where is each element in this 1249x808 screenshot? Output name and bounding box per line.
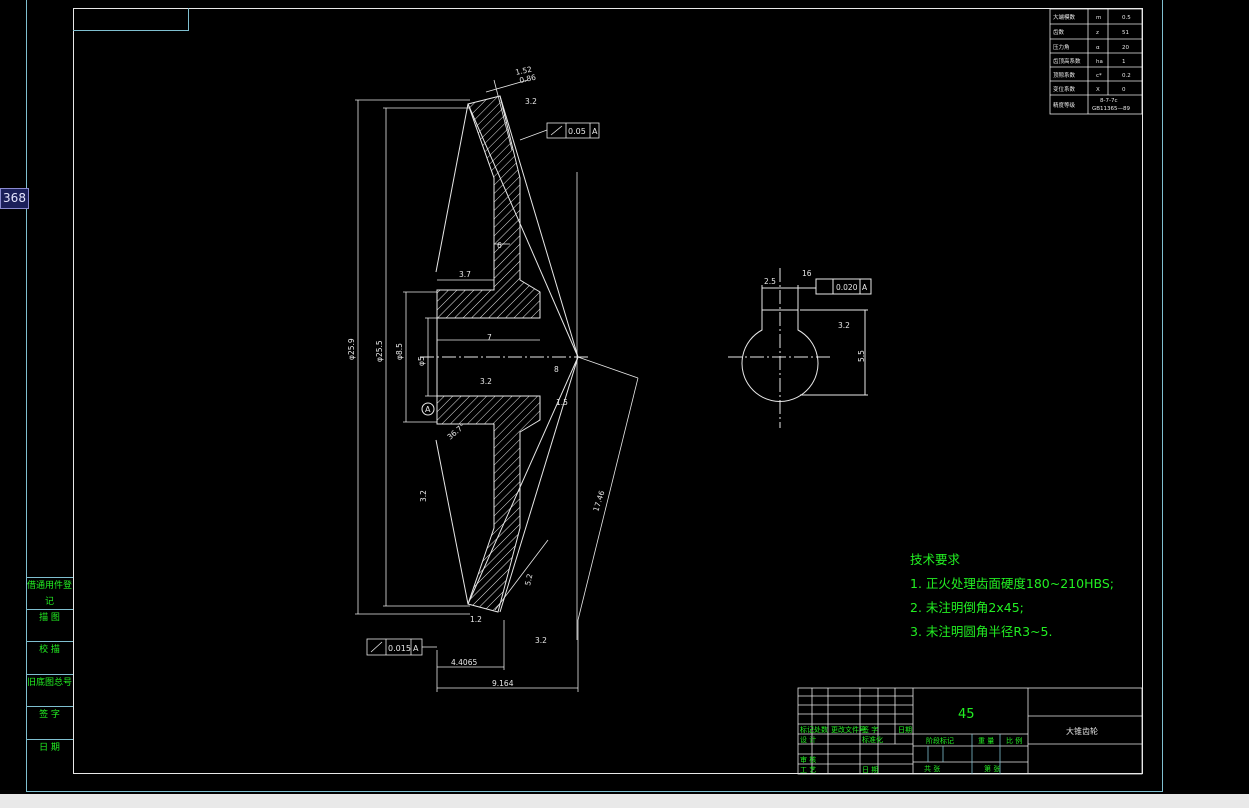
weight-label: 重 量: [978, 737, 994, 745]
key-depth: 5.5: [857, 350, 866, 362]
small-b: 1.2: [470, 615, 482, 624]
dim-web: 6: [497, 241, 502, 250]
param-value: 8-7-7c: [1100, 98, 1118, 104]
row-label: 签 字: [862, 725, 878, 734]
cell-label: 工 艺: [800, 766, 816, 774]
datum-bottom: A: [413, 644, 419, 653]
param-value: 51: [1122, 30, 1129, 36]
side-stamp-column: 借通用件登记 描 图 校 描 旧底图总号 签 字 日 期: [26, 577, 73, 773]
dim-bore-len: 7: [487, 333, 492, 342]
cell-label: 日 期: [862, 766, 878, 774]
gear-section: [420, 95, 590, 640]
dim-bottom2: 9.164: [492, 679, 514, 688]
rough-left: 3.2: [419, 490, 428, 502]
row-label: 处数: [814, 725, 828, 734]
cell-label: 设 计: [800, 735, 816, 744]
feature-frame-top: [519, 122, 600, 141]
technical-requirements: 技术要求 1. 正火处理齿面硬度180~210HBS; 2. 未注明倒角2x45…: [910, 548, 1114, 644]
tech-item: 1. 正火处理齿面硬度180~210HBS;: [910, 576, 1114, 591]
rough-hub: 3.2: [480, 377, 492, 386]
param-symbol: α: [1096, 45, 1100, 51]
row-label: 更改文件号: [831, 725, 866, 734]
param-value: 20: [1122, 45, 1129, 51]
datum-letter: A: [425, 405, 431, 414]
param-symbol: ha: [1096, 59, 1103, 65]
tech-title: 技术要求: [910, 552, 961, 567]
param-symbol: m: [1096, 15, 1101, 21]
dim-hub: φ8.5: [395, 343, 404, 360]
key-width: 2.5: [764, 277, 776, 286]
dim-hub-len: 3.7: [459, 270, 471, 279]
row-label: 标记: [800, 725, 814, 734]
dim-cone-len: 17.46: [591, 489, 606, 512]
cell-label: 标准化: [862, 735, 883, 744]
sheet2-label: 第 张: [984, 764, 1000, 773]
cell-label: 审 核: [800, 755, 816, 764]
stage-label: 阶段标记: [926, 736, 954, 745]
datum-key: A: [862, 283, 868, 292]
small-c: 8: [554, 365, 559, 374]
sheet-label: 共 张: [924, 764, 940, 773]
tech-item: 3. 未注明圆角半径R3~5.: [910, 624, 1053, 639]
param-value: 1: [1122, 59, 1126, 65]
param-name: 精度等级: [1053, 101, 1076, 109]
row-label: 日期: [898, 726, 912, 734]
dim-bottom1: 4.4065: [451, 658, 477, 667]
runout-bottom: 0.015: [388, 644, 411, 653]
param-name: 压力角: [1053, 43, 1070, 51]
side-label: 旧底图总号: [26, 674, 73, 690]
side-label: 借通用件登记: [26, 577, 73, 607]
param-value: 0: [1122, 87, 1126, 93]
drawing-canvas[interactable]: 大端模数 m 0.5 齿数 z 51 压力角 α 20 齿顶高系数 ha 1 顶…: [0, 0, 1249, 808]
param-symbol: c*: [1096, 73, 1102, 79]
key-rough: 3.2: [838, 321, 850, 330]
small-a: 1.5: [556, 398, 568, 407]
parameter-table-text: 大端模数 m 0.5 齿数 z 51 压力角 α 20 齿顶高系数 ha 1 顶…: [1053, 13, 1131, 112]
material: 45: [958, 707, 975, 722]
key-small: 16: [802, 269, 812, 278]
datum-top: A: [592, 127, 598, 136]
rough-top: 3.2: [525, 97, 537, 106]
tech-item: 2. 未注明倒角2x45;: [910, 600, 1024, 615]
dim-pitch: φ25.5: [375, 340, 384, 362]
scale-label: 比 例: [1006, 736, 1022, 745]
part-name: 大锥齿轮: [1066, 726, 1098, 736]
dim-bore: φ5: [417, 356, 426, 366]
dim-chamfer: 5.2: [523, 573, 534, 587]
side-label: 签 字: [26, 706, 73, 722]
param-value: 0.2: [1122, 73, 1131, 79]
side-label: 描 图: [26, 609, 73, 625]
param-standard: GB11365—89: [1092, 106, 1131, 112]
param-name: 顶隙系数: [1053, 71, 1076, 79]
symmetry-tol: 0.020: [836, 283, 858, 292]
dim-outer: φ25.9: [347, 338, 356, 360]
runout-top: 0.05: [568, 127, 586, 136]
param-symbol: X: [1096, 87, 1100, 93]
param-name: 齿顶高系数: [1053, 57, 1081, 65]
side-label: 校 描: [26, 641, 73, 657]
param-symbol: z: [1096, 30, 1099, 36]
param-name: 齿数: [1053, 28, 1065, 36]
rough-bottom: 3.2: [535, 636, 547, 645]
param-value: 0.5: [1122, 15, 1131, 21]
side-label: 日 期: [26, 739, 73, 755]
keyway-section: [728, 268, 872, 428]
param-name: 大端模数: [1053, 13, 1076, 21]
param-name: 变位系数: [1053, 85, 1076, 93]
